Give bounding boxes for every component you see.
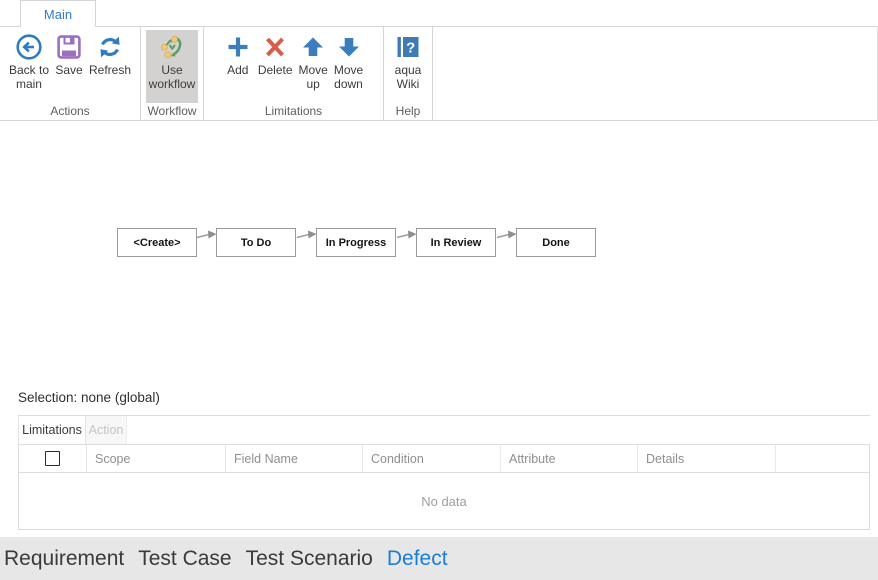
workflow-node-create[interactable]: <Create> [117, 228, 197, 257]
column-header-details[interactable]: Details [638, 445, 776, 472]
group-label-workflow: Workflow [141, 104, 203, 118]
plus-icon [224, 32, 252, 62]
no-data-message: No data [421, 494, 467, 509]
tab-main[interactable]: Main [20, 0, 96, 27]
footer-item-defect[interactable]: Defect [387, 547, 448, 571]
column-header-empty [776, 445, 869, 472]
column-header-condition[interactable]: Condition [363, 445, 501, 472]
refresh-label: Refresh [89, 64, 131, 78]
group-label-limitations: Limitations [204, 104, 383, 118]
svg-text:?: ? [406, 40, 415, 57]
back-to-main-button[interactable]: Back to main [6, 30, 52, 91]
move-down-label: Move down [334, 64, 363, 91]
workflow-node-in-review[interactable]: In Review [416, 228, 496, 257]
tab-limitations[interactable]: Limitations [18, 416, 86, 444]
workflow-node-in-progress[interactable]: In Progress [316, 228, 396, 257]
workflow-node-todo[interactable]: To Do [216, 228, 296, 257]
workflow-arrow-icon [497, 229, 517, 241]
add-button[interactable]: Add [221, 30, 255, 78]
refresh-button[interactable]: Refresh [86, 30, 134, 78]
item-type-bar: Requirement Test Case Test Scenario Defe… [0, 537, 878, 580]
selection-label: Selection: none (global) [18, 390, 160, 405]
delete-label: Delete [258, 64, 293, 78]
arrow-down-icon [335, 32, 363, 62]
footer-item-requirement[interactable]: Requirement [4, 547, 124, 571]
aqua-wiki-label: aqua Wiki [395, 64, 422, 91]
back-circle-arrow-icon [15, 32, 43, 62]
workflow-arrow-icon [297, 229, 317, 241]
help-book-icon: ? [394, 32, 422, 62]
floppy-disk-icon [55, 32, 83, 62]
column-header-attribute[interactable]: Attribute [501, 445, 638, 472]
workflow-graph-icon [158, 32, 186, 62]
footer-item-test-scenario[interactable]: Test Scenario [246, 547, 373, 571]
move-down-button[interactable]: Move down [331, 30, 366, 91]
footer-item-test-case[interactable]: Test Case [138, 547, 231, 571]
panel-tabstrip: Limitations Action [18, 415, 870, 444]
ribbon-group-limitations: Add Delete Move up [204, 27, 384, 120]
x-delete-icon [261, 32, 289, 62]
select-all-checkbox[interactable] [45, 451, 60, 466]
workflow-arrow-icon [397, 229, 417, 241]
move-up-label: Move up [299, 64, 328, 91]
ribbon-group-help: ? aqua Wiki Help [384, 27, 433, 120]
table-body: No data [19, 473, 869, 529]
column-header-field-name[interactable]: Field Name [226, 445, 363, 472]
ribbon: Back to main Save [0, 26, 878, 121]
save-label: Save [55, 64, 82, 78]
workflow-arrow-icon [197, 229, 217, 241]
add-label: Add [227, 64, 248, 78]
refresh-cycle-icon [96, 32, 124, 62]
use-workflow-label: Use workflow [149, 64, 196, 91]
ribbon-group-actions: Back to main Save [0, 27, 141, 120]
ribbon-group-workflow: Use workflow Workflow [141, 27, 204, 120]
move-up-button[interactable]: Move up [296, 30, 331, 91]
use-workflow-button[interactable]: Use workflow [146, 30, 198, 103]
workflow-node-done[interactable]: Done [516, 228, 596, 257]
back-to-main-label: Back to main [9, 64, 49, 91]
tab-action-disabled: Action [86, 416, 127, 444]
arrow-up-icon [299, 32, 327, 62]
group-label-actions: Actions [0, 104, 140, 118]
delete-button[interactable]: Delete [255, 30, 296, 78]
aqua-wiki-button[interactable]: ? aqua Wiki [391, 30, 425, 91]
limitations-table: Scope Field Name Condition Attribute Det… [18, 444, 870, 530]
table-header-row: Scope Field Name Condition Attribute Det… [19, 445, 869, 473]
save-button[interactable]: Save [52, 30, 86, 78]
column-header-scope[interactable]: Scope [87, 445, 226, 472]
select-all-cell [19, 445, 87, 472]
group-label-help: Help [384, 104, 432, 118]
